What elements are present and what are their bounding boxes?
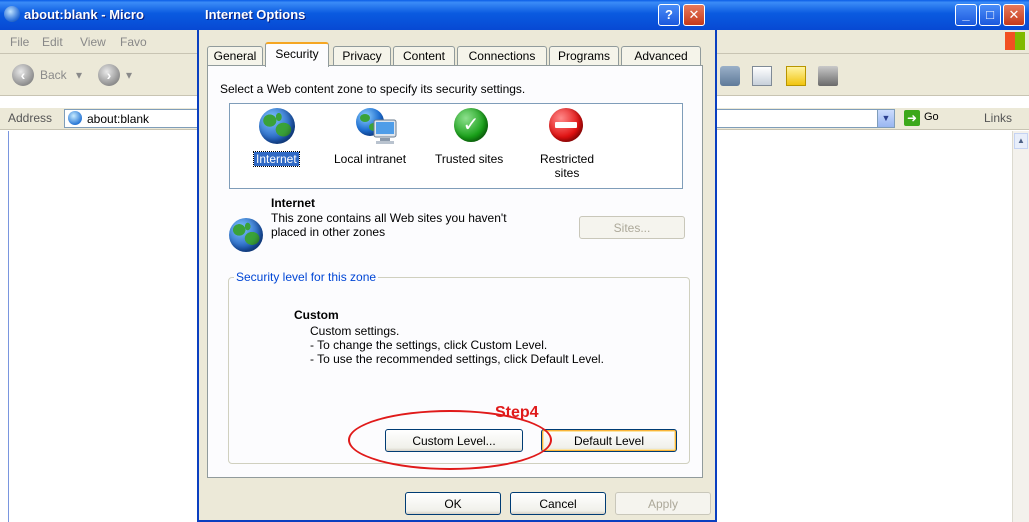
apply-button[interactable]: Apply	[615, 492, 711, 515]
cancel-button[interactable]: Cancel	[510, 492, 606, 515]
scroll-up-icon[interactable]: ▲	[1014, 133, 1028, 149]
tab-security[interactable]: Security	[265, 42, 329, 67]
ie-logo-icon	[4, 6, 20, 22]
ok-button[interactable]: OK	[405, 492, 501, 515]
discuss-icon[interactable]	[786, 66, 806, 86]
tab-content[interactable]: Content	[393, 46, 455, 66]
zone-label-internet[interactable]: Internet	[253, 151, 300, 167]
tab-connections[interactable]: Connections	[457, 46, 547, 66]
back-dropdown-icon[interactable]: ▾	[76, 68, 82, 82]
security-level-description: Custom settings. - To change the setting…	[310, 324, 604, 366]
forward-arrow-icon[interactable]: ›	[98, 64, 120, 86]
go-button[interactable]: Go	[924, 111, 939, 123]
address-label: Address	[8, 111, 53, 125]
menu-view[interactable]: View	[80, 35, 106, 49]
print-icon[interactable]	[720, 66, 740, 86]
level-desc-line: - To change the settings, click Custom L…	[310, 338, 548, 352]
dialog-title: Internet Options	[205, 7, 306, 22]
ie-window-title: about:blank - Micro	[24, 7, 144, 22]
help-button[interactable]: ?	[658, 4, 680, 26]
level-desc-line: - To use the recommended settings, click…	[310, 352, 604, 366]
vertical-scrollbar[interactable]: ▲	[1012, 131, 1029, 522]
address-value: about:blank	[87, 112, 150, 126]
zone-list[interactable]: Internet Local intranet ✓ Trusted sites …	[229, 103, 683, 189]
menu-edit[interactable]: Edit	[42, 35, 63, 49]
dialog-titlebar[interactable]: Internet Options ? ✕	[197, 0, 717, 30]
go-arrow-icon[interactable]: ➜	[904, 110, 920, 126]
minimize-button[interactable]: _	[955, 4, 977, 26]
windows-flag-icon	[1005, 32, 1025, 50]
zone-label-trusted-sites[interactable]: Trusted sites	[435, 152, 503, 166]
menu-favorites[interactable]: Favo	[120, 35, 147, 49]
menu-file[interactable]: File	[10, 35, 29, 49]
internet-options-dialog: Internet Options ? ✕ General Security Pr…	[197, 0, 717, 522]
step-annotation-ellipse	[348, 410, 552, 470]
research-icon[interactable]	[818, 66, 838, 86]
tab-privacy[interactable]: Privacy	[333, 46, 391, 66]
security-level-name: Custom	[294, 308, 339, 322]
monitor-globe-icon[interactable]	[354, 106, 398, 146]
zone-info-description: This zone contains all Web sites you hav…	[271, 211, 507, 239]
zone-label-local-intranet[interactable]: Local intranet	[334, 152, 406, 166]
maximize-button[interactable]: □	[979, 4, 1001, 26]
no-entry-icon[interactable]	[549, 108, 583, 142]
links-button[interactable]: Links	[984, 111, 1012, 125]
tab-advanced[interactable]: Advanced	[621, 46, 701, 66]
zone-label-restricted-sites[interactable]: Restricted sites	[536, 152, 598, 180]
address-dropdown-icon[interactable]: ▼	[877, 109, 895, 128]
edit-icon[interactable]	[752, 66, 772, 86]
forward-dropdown-icon[interactable]: ▾	[126, 68, 132, 82]
tab-programs[interactable]: Programs	[549, 46, 619, 66]
zone-info-globe-icon	[229, 218, 263, 252]
page-icon	[68, 111, 82, 125]
zone-info-title: Internet	[271, 196, 316, 210]
dialog-close-button[interactable]: ✕	[683, 4, 705, 26]
back-label[interactable]: Back	[40, 68, 67, 82]
zone-instruction: Select a Web content zone to specify its…	[220, 82, 526, 96]
back-arrow-icon[interactable]: ‹	[12, 64, 34, 86]
globe-icon[interactable]	[259, 108, 295, 144]
check-icon[interactable]: ✓	[454, 108, 488, 142]
security-level-label: Security level for this zone	[234, 270, 379, 284]
default-level-button[interactable]: Default Level	[541, 429, 677, 452]
level-desc-line: Custom settings.	[310, 324, 400, 338]
sites-button[interactable]: Sites...	[579, 216, 685, 239]
tab-general[interactable]: General	[207, 46, 263, 66]
ie-close-button[interactable]: ✕	[1003, 4, 1025, 26]
